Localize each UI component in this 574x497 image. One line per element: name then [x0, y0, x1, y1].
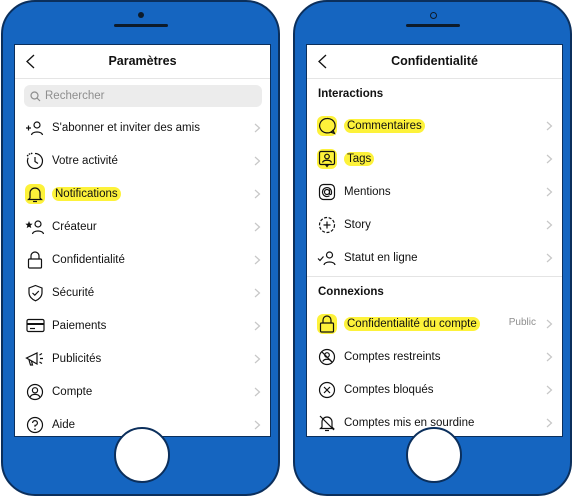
chevron-right-icon: [254, 189, 261, 199]
item-label: Story: [344, 218, 371, 231]
settings-item-security[interactable]: Sécurité: [15, 276, 270, 309]
chevron-right-icon: [546, 418, 553, 428]
muted-icon: [317, 413, 337, 433]
shield-icon: [25, 283, 45, 303]
settings-item-account[interactable]: Compte: [15, 375, 270, 408]
chevron-right-icon: [254, 288, 261, 298]
camera-dot: [137, 12, 144, 18]
settings-item-follow-invite[interactable]: S'abonner et inviter des amis: [15, 111, 270, 144]
settings-item-privacy[interactable]: Confidentialité: [15, 243, 270, 276]
lock-icon: [317, 313, 337, 334]
speaker-bar: [113, 24, 168, 27]
activity-icon: [25, 151, 45, 171]
privacy-item-mentions[interactable]: Mentions: [307, 175, 562, 208]
lock-icon: [25, 250, 45, 270]
search-icon: [30, 90, 41, 101]
story-add-icon: [317, 215, 337, 235]
home-button[interactable]: [405, 427, 462, 483]
search-bar[interactable]: [24, 85, 262, 107]
item-label: Confidentialité: [52, 253, 125, 266]
item-label: Confidentialité du compte: [344, 316, 480, 331]
item-label: Commentaires: [344, 118, 425, 133]
item-label: Paiements: [52, 319, 107, 332]
chevron-right-icon: [254, 420, 261, 430]
privacy-item-tags[interactable]: Tags: [307, 142, 562, 175]
nav-bar: Confidentialité: [307, 45, 562, 79]
item-label: Comptes restreints: [344, 350, 441, 363]
camera-dot: [429, 12, 437, 19]
chevron-right-icon: [254, 354, 261, 364]
settings-item-ads[interactable]: Publicités: [15, 342, 270, 375]
add-person-icon: [25, 118, 45, 138]
restricted-icon: [317, 347, 337, 367]
item-label: Statut en ligne: [344, 251, 418, 264]
item-label: Publicités: [52, 352, 102, 365]
privacy-item-comments[interactable]: Commentaires: [307, 109, 562, 142]
phone-right: Confidentialité Interactions Commentaire…: [293, 0, 572, 496]
item-label: Comptes mis en sourdine: [344, 416, 475, 429]
item-label: Sécurité: [52, 286, 95, 299]
chevron-right-icon: [254, 321, 261, 331]
item-label: Votre activité: [52, 154, 118, 167]
privacy-item-story[interactable]: Story: [307, 208, 562, 241]
chevron-right-icon: [254, 387, 261, 397]
settings-item-notifications[interactable]: Notifications: [15, 177, 270, 210]
item-label: S'abonner et inviter des amis: [52, 121, 200, 134]
settings-item-payments[interactable]: Paiements: [15, 309, 270, 342]
privacy-item-online-status[interactable]: Statut en ligne: [307, 241, 562, 274]
page-title: Paramètres: [108, 54, 177, 68]
creator-icon: [25, 217, 45, 237]
home-button[interactable]: [113, 427, 170, 483]
chevron-right-icon: [546, 121, 553, 131]
chevron-right-icon: [254, 222, 261, 232]
privacy-screen: Confidentialité Interactions Commentaire…: [306, 44, 563, 437]
item-label: Comptes bloqués: [344, 383, 434, 396]
item-label: Tags: [344, 151, 375, 166]
nav-bar: Paramètres: [15, 45, 270, 79]
item-value: Public: [508, 317, 536, 328]
settings-screen: Paramètres S'abonner et inviter des amis…: [14, 44, 271, 437]
section-title-connections: Connexions: [318, 286, 384, 298]
megaphone-icon: [25, 349, 45, 369]
item-label: Mentions: [344, 185, 391, 198]
chevron-right-icon: [254, 255, 261, 265]
help-icon: [25, 415, 45, 435]
chevron-right-icon: [254, 123, 261, 133]
settings-item-creator[interactable]: Créateur: [15, 210, 270, 243]
privacy-item-restricted[interactable]: Comptes restreints: [307, 340, 562, 373]
tag-icon: [317, 148, 337, 169]
chevron-right-icon: [254, 156, 261, 166]
item-label: Notifications: [52, 186, 121, 201]
chevron-right-icon: [546, 220, 553, 230]
account-icon: [25, 382, 45, 402]
blocked-icon: [317, 380, 337, 400]
item-label: Compte: [52, 385, 93, 398]
chevron-right-icon: [546, 253, 553, 263]
bell-icon: [25, 183, 45, 204]
privacy-item-account-privacy[interactable]: Confidentialité du compte Public: [307, 307, 562, 340]
speaker-bar: [405, 24, 460, 27]
online-status-icon: [317, 248, 337, 268]
settings-item-activity[interactable]: Votre activité: [15, 144, 270, 177]
phone-left: Paramètres S'abonner et inviter des amis…: [1, 0, 280, 496]
chevron-right-icon: [546, 319, 553, 329]
section-title-interactions: Interactions: [318, 88, 384, 100]
mention-icon: [317, 182, 337, 202]
page-title: Confidentialité: [391, 54, 478, 68]
chevron-right-icon: [546, 154, 553, 164]
chevron-right-icon: [546, 385, 553, 395]
privacy-item-blocked[interactable]: Comptes bloqués: [307, 373, 562, 406]
comment-icon: [317, 115, 337, 136]
item-label: Aide: [52, 418, 76, 431]
item-label: Créateur: [52, 220, 97, 233]
chevron-right-icon: [546, 187, 553, 197]
card-icon: [25, 316, 45, 336]
chevron-right-icon: [546, 352, 553, 362]
search-input[interactable]: [41, 90, 245, 102]
